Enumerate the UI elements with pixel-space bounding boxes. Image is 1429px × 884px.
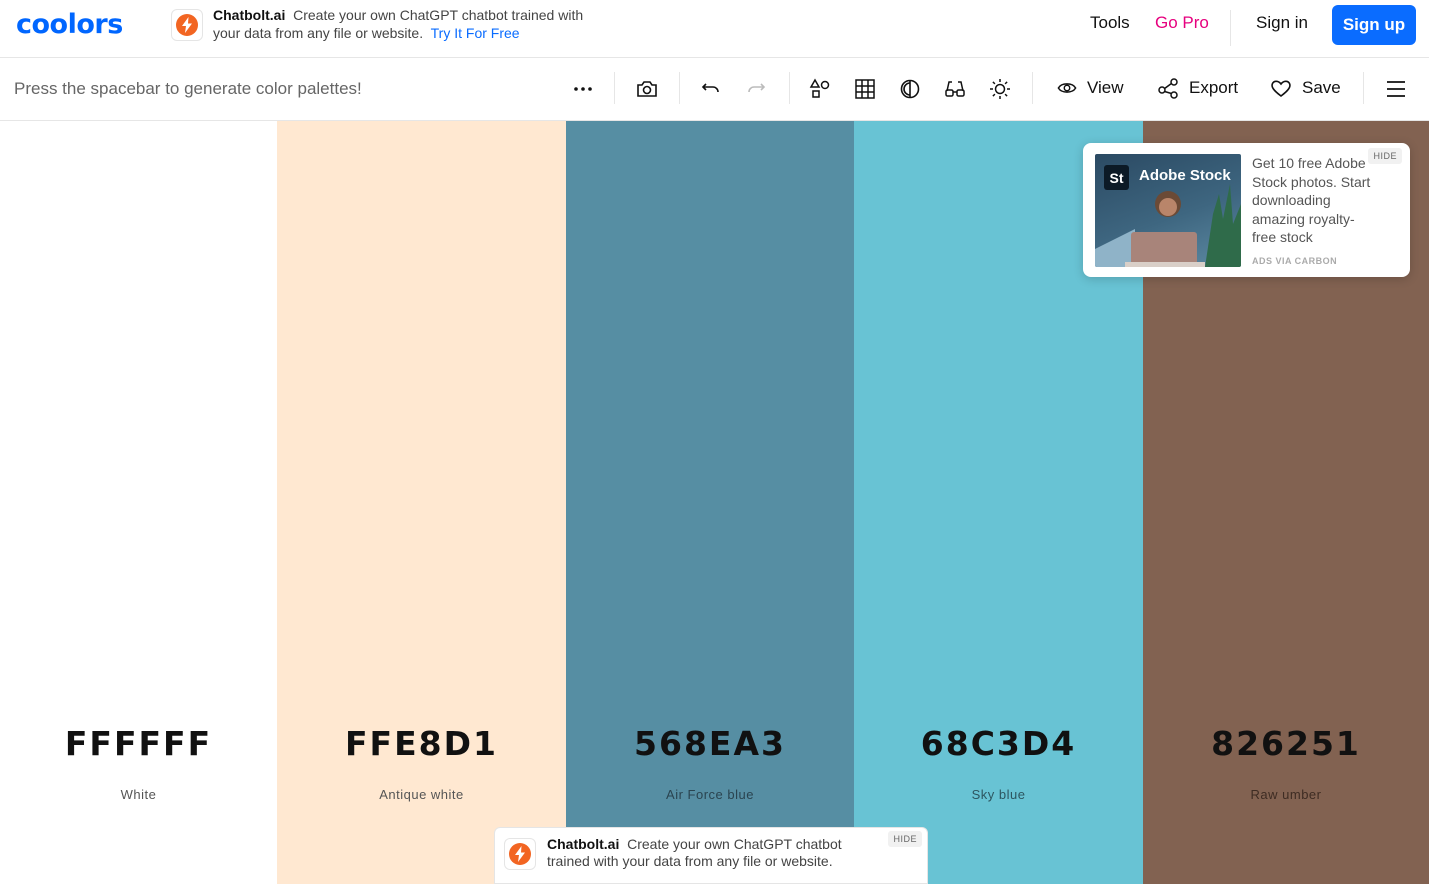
contrast-icon[interactable] <box>899 78 921 100</box>
ads-via-carbon-link[interactable]: ADS VIA CARBON <box>1252 256 1337 266</box>
grid-icon[interactable] <box>854 78 876 100</box>
swatch-hex[interactable]: 826251 <box>1143 724 1429 763</box>
bottom-promo-brand: Chatbolt.ai <box>547 836 620 852</box>
swatch-hex[interactable]: 568EA3 <box>566 724 854 763</box>
promo-cta-link[interactable]: Try It For Free <box>431 25 520 41</box>
share-icon <box>1158 78 1178 99</box>
heart-icon <box>1271 80 1291 98</box>
more-options-icon[interactable] <box>572 78 594 100</box>
carbon-ad[interactable]: St Adobe Stock Get 10 free Adobe Stock p… <box>1083 143 1410 277</box>
toolbar-divider <box>1032 72 1033 104</box>
export-label: Export <box>1189 78 1239 97</box>
swatch-color-name: Raw umber <box>1250 787 1322 802</box>
chatbolt-logo-icon <box>504 838 536 870</box>
color-swatch[interactable]: FFFFFF White <box>0 121 277 884</box>
hide-ad-button[interactable]: HIDE <box>1368 148 1402 164</box>
ad-image-brand: Adobe Stock <box>1139 167 1231 184</box>
swatch-color-name: Air Force blue <box>666 787 754 802</box>
undo-icon[interactable] <box>700 78 722 100</box>
redo-icon[interactable] <box>745 78 767 100</box>
generator-toolbar: Press the spacebar to generate color pal… <box>0 58 1429 121</box>
nav-divider <box>1230 10 1231 46</box>
camera-icon[interactable] <box>636 78 658 100</box>
shapes-icon[interactable] <box>809 78 831 100</box>
adobe-stock-badge: St <box>1104 165 1129 190</box>
view-label: View <box>1087 78 1124 97</box>
tools-menu[interactable]: Tools <box>1090 13 1130 33</box>
export-button[interactable]: Export <box>1157 76 1238 100</box>
swatch-hex[interactable]: FFE8D1 <box>277 724 566 763</box>
chatbolt-logo-icon[interactable] <box>171 9 203 41</box>
promo-brand: Chatbolt.ai <box>213 7 286 23</box>
sign-in-link[interactable]: Sign in <box>1256 13 1308 33</box>
toolbar-divider <box>679 72 680 104</box>
bottom-promo-text: Chatbolt.ai Create your own ChatGPT chat… <box>547 836 867 870</box>
swatch-hex[interactable]: 68C3D4 <box>854 724 1143 763</box>
toolbar-divider <box>1363 72 1364 104</box>
swatch-hex[interactable]: FFFFFF <box>0 724 277 763</box>
go-pro-link[interactable]: Go Pro <box>1155 13 1209 33</box>
view-button[interactable]: View <box>1057 76 1124 100</box>
spacebar-hint: Press the spacebar to generate color pal… <box>14 79 362 98</box>
color-swatch[interactable]: FFE8D1 Antique white <box>277 121 566 884</box>
save-button[interactable]: Save <box>1270 76 1341 100</box>
sign-up-button[interactable]: Sign up <box>1332 5 1416 45</box>
bottom-promo-banner[interactable]: Chatbolt.ai Create your own ChatGPT chat… <box>494 827 928 884</box>
toolbar-divider <box>614 72 615 104</box>
swatch-color-name: White <box>120 787 157 802</box>
hide-bottom-ad-button[interactable]: HIDE <box>888 831 922 847</box>
swatch-color-name: Sky blue <box>971 787 1026 802</box>
save-label: Save <box>1302 78 1341 97</box>
brightness-icon[interactable] <box>989 78 1011 100</box>
top-navbar: coolors Chatbolt.ai Create your own Chat… <box>0 0 1429 58</box>
swatch-color-name: Antique white <box>379 787 464 802</box>
eye-icon <box>1057 83 1077 93</box>
hamburger-menu-icon[interactable] <box>1385 78 1407 100</box>
toolbar-divider <box>789 72 790 104</box>
ad-image[interactable]: St Adobe Stock <box>1095 154 1241 267</box>
coolors-logo[interactable]: coolors <box>16 9 123 40</box>
ad-text[interactable]: Get 10 free Adobe Stock photos. Start do… <box>1252 154 1372 244</box>
color-swatch[interactable]: 568EA3 Air Force blue <box>566 121 854 884</box>
glasses-icon[interactable] <box>944 78 966 100</box>
header-promo: Chatbolt.ai Create your own ChatGPT chat… <box>213 6 593 42</box>
